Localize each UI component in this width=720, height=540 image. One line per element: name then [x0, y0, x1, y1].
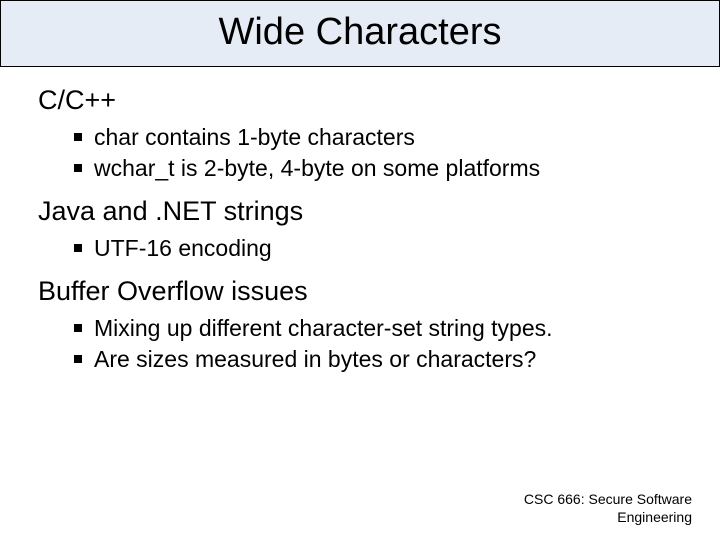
list-item: wchar_t is 2-byte, 4-byte on some platfo… — [74, 153, 682, 184]
section-heading-java-net: Java and .NET strings — [38, 196, 682, 227]
bullet-list-ccpp: char contains 1-byte characters wchar_t … — [38, 122, 682, 184]
bullet-list-buffer-overflow: Mixing up different character-set string… — [38, 313, 682, 375]
slide-footer: CSC 666: Secure Software Engineering — [524, 491, 692, 526]
footer-line: CSC 666: Secure Software — [524, 491, 692, 509]
slide-content: C/C++ char contains 1-byte characters wc… — [0, 67, 720, 375]
list-item: char contains 1-byte characters — [74, 122, 682, 153]
footer-line: Engineering — [524, 509, 692, 527]
list-item: UTF-16 encoding — [74, 233, 682, 264]
list-item: Are sizes measured in bytes or character… — [74, 344, 682, 375]
slide-title: Wide Characters — [1, 11, 719, 54]
section-heading-buffer-overflow: Buffer Overflow issues — [38, 276, 682, 307]
bullet-list-java-net: UTF-16 encoding — [38, 233, 682, 264]
list-item: Mixing up different character-set string… — [74, 313, 682, 344]
title-bar: Wide Characters — [0, 0, 720, 67]
section-heading-ccpp: C/C++ — [38, 85, 682, 116]
